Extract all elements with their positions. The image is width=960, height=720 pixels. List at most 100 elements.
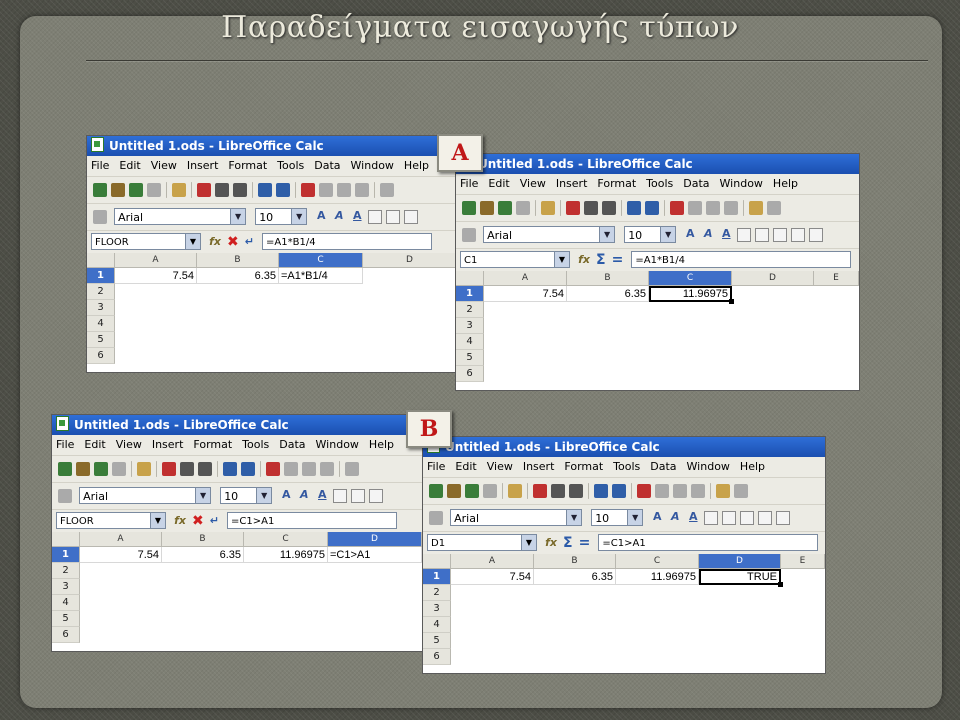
- chevron-down-icon[interactable]: ▼: [627, 510, 643, 525]
- menu-edit[interactable]: Edit: [119, 159, 140, 172]
- row-header-4[interactable]: 4: [52, 595, 80, 611]
- justify-icon[interactable]: [791, 228, 806, 242]
- bold-icon[interactable]: A: [650, 510, 664, 524]
- menu-edit[interactable]: Edit: [84, 438, 105, 451]
- paste-icon[interactable]: [706, 201, 720, 215]
- export-pdf-icon[interactable]: [566, 201, 580, 215]
- open-icon[interactable]: [447, 484, 461, 498]
- menu-file[interactable]: File: [91, 159, 109, 172]
- formula-input[interactable]: =C1>A1: [598, 534, 819, 551]
- menu-insert[interactable]: Insert: [556, 177, 588, 190]
- column-header-c[interactable]: C: [649, 271, 732, 286]
- copy-icon[interactable]: [688, 201, 702, 215]
- font-size-combo[interactable]: 10 ▼: [255, 208, 308, 225]
- row-header-2[interactable]: 2: [423, 585, 451, 601]
- cell-b1[interactable]: 6.35: [197, 268, 279, 284]
- save-icon[interactable]: [498, 201, 512, 215]
- email-icon[interactable]: [516, 201, 530, 215]
- row-header-1[interactable]: 1: [423, 569, 451, 585]
- font-size-combo[interactable]: 10 ▼: [624, 226, 677, 243]
- edit-file-icon[interactable]: [137, 462, 151, 476]
- chevron-down-icon[interactable]: ▼: [554, 252, 569, 267]
- row-header-5[interactable]: 5: [423, 633, 451, 649]
- cell-b1[interactable]: 6.35: [534, 569, 616, 585]
- align-center-icon[interactable]: [386, 210, 401, 224]
- italic-icon[interactable]: A: [701, 227, 715, 241]
- print-preview-icon[interactable]: [233, 183, 247, 197]
- column-header-a[interactable]: A: [115, 253, 197, 268]
- undo-icon[interactable]: [749, 201, 763, 215]
- menu-file[interactable]: File: [460, 177, 478, 190]
- underline-icon[interactable]: A: [719, 227, 733, 241]
- chevron-down-icon[interactable]: ▼: [195, 488, 211, 503]
- name-box[interactable]: D1 ▼: [427, 534, 537, 551]
- chevron-down-icon[interactable]: ▼: [185, 234, 200, 249]
- undo-icon[interactable]: [380, 183, 394, 197]
- row-header-2[interactable]: 2: [456, 302, 484, 318]
- menu-window[interactable]: Window: [720, 177, 763, 190]
- menu-help[interactable]: Help: [740, 460, 765, 473]
- function-icon[interactable]: =: [612, 249, 624, 271]
- spellcheck-icon[interactable]: [627, 201, 641, 215]
- justify-icon[interactable]: [758, 511, 773, 525]
- open-icon[interactable]: [76, 462, 90, 476]
- print-preview-icon[interactable]: [569, 484, 583, 498]
- column-header-e[interactable]: E: [814, 271, 859, 286]
- column-header-a[interactable]: A: [80, 532, 162, 547]
- undo-icon[interactable]: [345, 462, 359, 476]
- cell-b1[interactable]: 6.35: [567, 286, 649, 302]
- menu-help[interactable]: Help: [773, 177, 798, 190]
- align-right-icon[interactable]: [773, 228, 788, 242]
- calc-window-b-result[interactable]: Untitled 1.ods - LibreOffice Calc File Ed…: [422, 436, 826, 674]
- calc-window-a-editing[interactable]: Untitled 1.ods - LibreOffice Calc File Ed…: [86, 135, 458, 373]
- menu-help[interactable]: Help: [369, 438, 394, 451]
- font-name-combo[interactable]: Arial ▼: [114, 208, 247, 225]
- align-center-icon[interactable]: [722, 511, 737, 525]
- cell-a1[interactable]: 7.54: [115, 268, 197, 284]
- new-document-icon[interactable]: [58, 462, 72, 476]
- menu-data[interactable]: Data: [650, 460, 676, 473]
- menu-edit[interactable]: Edit: [488, 177, 509, 190]
- export-pdf-icon[interactable]: [197, 183, 211, 197]
- align-center-icon[interactable]: [351, 489, 366, 503]
- menu-window[interactable]: Window: [316, 438, 359, 451]
- clone-format-icon[interactable]: [355, 183, 369, 197]
- menu-window[interactable]: Window: [687, 460, 730, 473]
- column-header-d[interactable]: D: [732, 271, 814, 286]
- paste-icon[interactable]: [302, 462, 316, 476]
- menu-format[interactable]: Format: [564, 460, 603, 473]
- name-box[interactable]: FLOOR ▼: [91, 233, 201, 250]
- menu-view[interactable]: View: [520, 177, 546, 190]
- select-all-corner[interactable]: [423, 554, 451, 569]
- styles-icon[interactable]: [462, 228, 476, 242]
- cut-icon[interactable]: [637, 484, 651, 498]
- column-header-d[interactable]: D: [699, 554, 781, 569]
- name-box[interactable]: C1 ▼: [460, 251, 570, 268]
- menu-tools[interactable]: Tools: [646, 177, 673, 190]
- chevron-down-icon[interactable]: ▼: [256, 488, 272, 503]
- edit-file-icon[interactable]: [508, 484, 522, 498]
- formula-input[interactable]: =A1*B1/4: [262, 233, 433, 250]
- merge-cells-icon[interactable]: [776, 511, 791, 525]
- font-name-combo[interactable]: Arial ▼: [450, 509, 583, 526]
- new-document-icon[interactable]: [462, 201, 476, 215]
- column-header-b[interactable]: B: [567, 271, 649, 286]
- sheet-grid[interactable]: A B C D E 1 2 3 4 5 6 7.54 6.35 11.96975: [456, 271, 859, 390]
- email-icon[interactable]: [112, 462, 126, 476]
- row-header-1[interactable]: 1: [456, 286, 484, 302]
- italic-icon[interactable]: A: [332, 209, 346, 223]
- column-header-c[interactable]: C: [244, 532, 328, 547]
- row-header-2[interactable]: 2: [52, 563, 80, 579]
- select-all-corner[interactable]: [456, 271, 484, 286]
- save-icon[interactable]: [129, 183, 143, 197]
- align-right-icon[interactable]: [369, 489, 384, 503]
- menu-format[interactable]: Format: [193, 438, 232, 451]
- font-size-combo[interactable]: 10 ▼: [220, 487, 273, 504]
- chevron-down-icon[interactable]: ▼: [566, 510, 582, 525]
- sheet-grid[interactable]: A B C D 1 2 3 4 5 6 7.54 6.35 =A1*B1/4: [87, 253, 457, 372]
- export-pdf-icon[interactable]: [533, 484, 547, 498]
- function-wizard-icon[interactable]: fx: [174, 510, 186, 532]
- chevron-down-icon[interactable]: ▼: [230, 209, 246, 224]
- cancel-icon[interactable]: ✖: [192, 510, 204, 532]
- save-icon[interactable]: [465, 484, 479, 498]
